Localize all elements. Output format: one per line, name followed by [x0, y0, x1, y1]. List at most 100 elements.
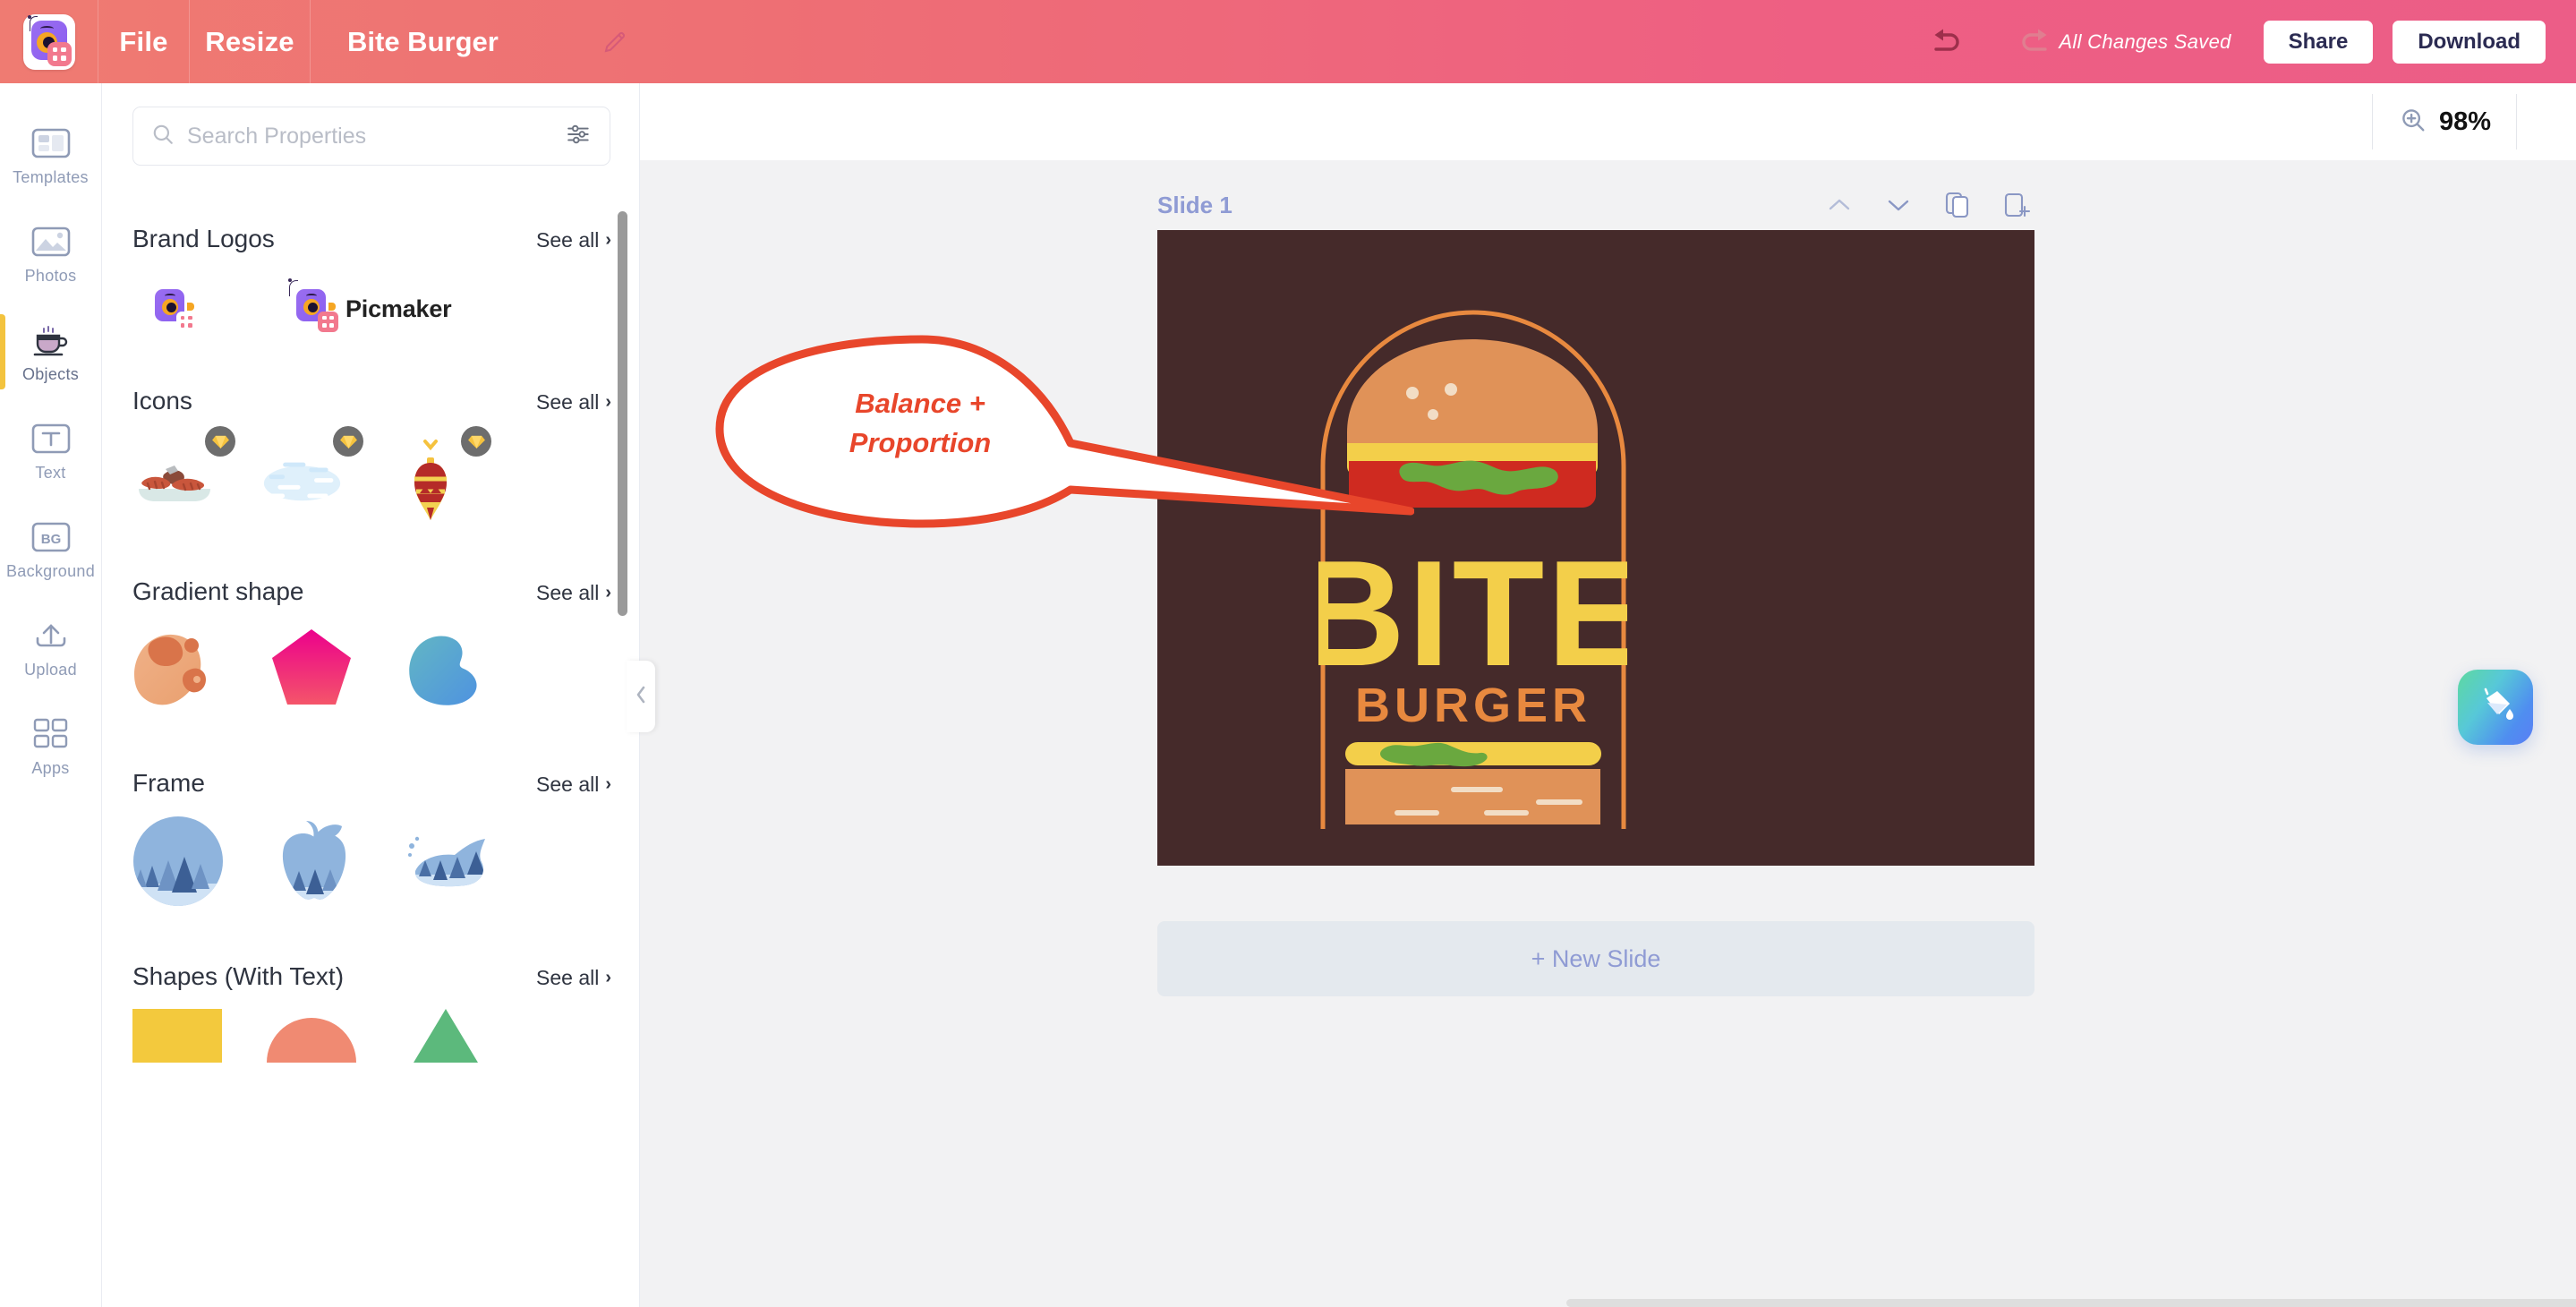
- picmaker-wordmark-tile[interactable]: Picmaker: [287, 268, 452, 351]
- callout-text-line1: Balance +: [855, 388, 985, 419]
- download-button[interactable]: Download: [2393, 20, 2546, 64]
- picmaker-logo-mark-tile[interactable]: [132, 268, 216, 351]
- sidebar-item-apps[interactable]: Apps: [0, 697, 102, 796]
- sidebar-item-background[interactable]: BG Background: [0, 500, 102, 599]
- menu-resize-label: Resize: [205, 25, 294, 57]
- icons-row: [132, 426, 611, 522]
- duplicate-slide-icon[interactable]: [1940, 187, 1975, 223]
- new-slide-button[interactable]: + New Slide: [1157, 921, 2034, 996]
- redo-arrow-icon[interactable]: [2007, 21, 2059, 64]
- objects-coffee-cup-icon: [30, 321, 72, 359]
- picmaker-logo-mark-icon: [154, 288, 197, 332]
- see-all-frame[interactable]: See all ›: [536, 773, 611, 797]
- teal-blob-shape-tile[interactable]: [401, 624, 490, 713]
- sausage-platter-icon-tile[interactable]: [132, 426, 235, 522]
- filter-sliders-icon[interactable]: [567, 123, 592, 150]
- christmas-ornament-icon-tile[interactable]: [388, 426, 491, 522]
- clouds-icon: [263, 462, 341, 500]
- orange-semicircle-shape: [267, 1018, 356, 1063]
- sidebar-item-upload[interactable]: Upload: [0, 599, 102, 697]
- whale-forest-frame: [408, 836, 485, 887]
- section-header-frame: Frame See all ›: [132, 713, 611, 801]
- green-triangle-shape-tile[interactable]: [401, 1009, 490, 1063]
- chevron-up-icon[interactable]: [1821, 187, 1857, 223]
- objects-panel: Brand Logos See all ›: [102, 83, 640, 1307]
- new-slide-label: + New Slide: [1531, 944, 1661, 972]
- chevron-down-icon[interactable]: [1881, 187, 1916, 223]
- panel-collapse-handle[interactable]: [627, 661, 655, 732]
- premium-badge: [205, 426, 235, 457]
- apple-forest-frame: [282, 821, 346, 900]
- menu-resize[interactable]: Resize: [190, 0, 311, 83]
- project-title-label: Bite Burger: [347, 25, 499, 57]
- text-icon: [30, 420, 72, 457]
- brand-name-text: BITE: [1318, 529, 1627, 697]
- project-title[interactable]: Bite Burger: [311, 0, 499, 83]
- apps-grid-icon: [30, 715, 72, 753]
- zoom-in-icon: [2400, 107, 2427, 138]
- app-logo-button[interactable]: [0, 0, 98, 83]
- sausage-platter-icon: [138, 465, 210, 501]
- sidebar-item-label: Upload: [24, 661, 77, 679]
- pink-pentagon-shape-tile[interactable]: [267, 624, 356, 713]
- see-all-label: See all: [536, 773, 600, 796]
- orange-semicircle-shape-tile[interactable]: [267, 1009, 356, 1063]
- sidebar-item-objects[interactable]: Objects: [0, 303, 102, 402]
- paint-bucket-fill-button[interactable]: [2458, 670, 2533, 745]
- see-all-label: See all: [536, 228, 600, 252]
- header-actions: All Changes Saved Share Download: [2059, 20, 2576, 64]
- panel-scroll-area[interactable]: Brand Logos See all › Picmaker Icons See…: [102, 189, 639, 1307]
- green-triangle-shape: [414, 1009, 478, 1063]
- yellow-rectangle-shape-tile[interactable]: [132, 1009, 222, 1063]
- see-all-shapes-with-text[interactable]: See all ›: [536, 966, 611, 990]
- pink-pentagon-shape: [272, 629, 351, 705]
- chevron-right-icon: ›: [605, 392, 611, 412]
- section-title: Shapes (With Text): [132, 962, 345, 990]
- sidebar-item-photos[interactable]: Photos: [0, 205, 102, 303]
- see-all-gradient-shape[interactable]: See all ›: [536, 581, 611, 605]
- sidebar-item-templates[interactable]: Templates: [0, 107, 102, 205]
- sidebar-item-text[interactable]: Text: [0, 402, 102, 500]
- menu-file[interactable]: File: [98, 0, 190, 83]
- menu-file-label: File: [119, 25, 168, 57]
- search-input[interactable]: [175, 123, 567, 149]
- panel-scrollbar-thumb[interactable]: [618, 211, 627, 616]
- clouds-icon-tile[interactable]: [260, 426, 363, 522]
- sidebar-item-label: Text: [35, 464, 66, 482]
- design-canvas[interactable]: BITE BURGER: [1157, 230, 2034, 866]
- undo-arrow-icon[interactable]: [1923, 21, 1975, 64]
- orange-blob-shape-tile[interactable]: [132, 624, 222, 713]
- section-title: Icons: [132, 387, 192, 414]
- whale-forest-frame-tile[interactable]: [405, 816, 499, 907]
- sidebar-item-label: Templates: [13, 168, 89, 186]
- christmas-ornament-icon: [414, 439, 447, 520]
- left-sidebar: Templates Photos Objects Text BG Backgro…: [0, 83, 102, 1307]
- see-all-brand-logos[interactable]: See all ›: [536, 228, 611, 252]
- svg-text:BG: BG: [40, 532, 61, 547]
- see-all-icons[interactable]: See all ›: [536, 390, 611, 414]
- sidebar-item-label: Objects: [21, 365, 80, 383]
- share-button[interactable]: Share: [2263, 20, 2374, 64]
- zoom-control[interactable]: 98%: [2371, 94, 2517, 149]
- workspace: 98% Slide 1 BITE BURGER Balance + Propor…: [640, 83, 2576, 1307]
- brand-subname-text: BURGER: [1355, 679, 1591, 732]
- pencil-edit-icon[interactable]: [596, 23, 634, 61]
- circle-forest-frame-tile[interactable]: [132, 816, 224, 907]
- slide-header: Slide 1: [1157, 187, 2034, 223]
- gradient-shapes-row: [132, 624, 611, 713]
- picmaker-wordmark-label: Picmaker: [345, 295, 452, 322]
- slide-label: Slide 1: [1157, 191, 1233, 218]
- callout-speech-bubble[interactable]: Balance + Proportion: [707, 329, 1415, 534]
- chevron-right-icon: ›: [605, 230, 611, 250]
- apple-forest-frame-tile[interactable]: [269, 816, 360, 907]
- add-slide-icon[interactable]: [1999, 187, 2034, 223]
- canvas-stage[interactable]: Slide 1 BITE BURGER Balance + Proportion…: [640, 160, 2576, 1307]
- search-box[interactable]: [132, 107, 610, 166]
- horizontal-scrollbar[interactable]: [1566, 1299, 2576, 1307]
- picmaker-wordmark-icon: [287, 278, 338, 332]
- chevron-right-icon: ›: [605, 968, 611, 987]
- orange-blob-shape: [134, 634, 206, 705]
- chevron-right-icon: ›: [605, 583, 611, 602]
- photos-icon: [30, 223, 72, 261]
- templates-icon: [30, 124, 72, 162]
